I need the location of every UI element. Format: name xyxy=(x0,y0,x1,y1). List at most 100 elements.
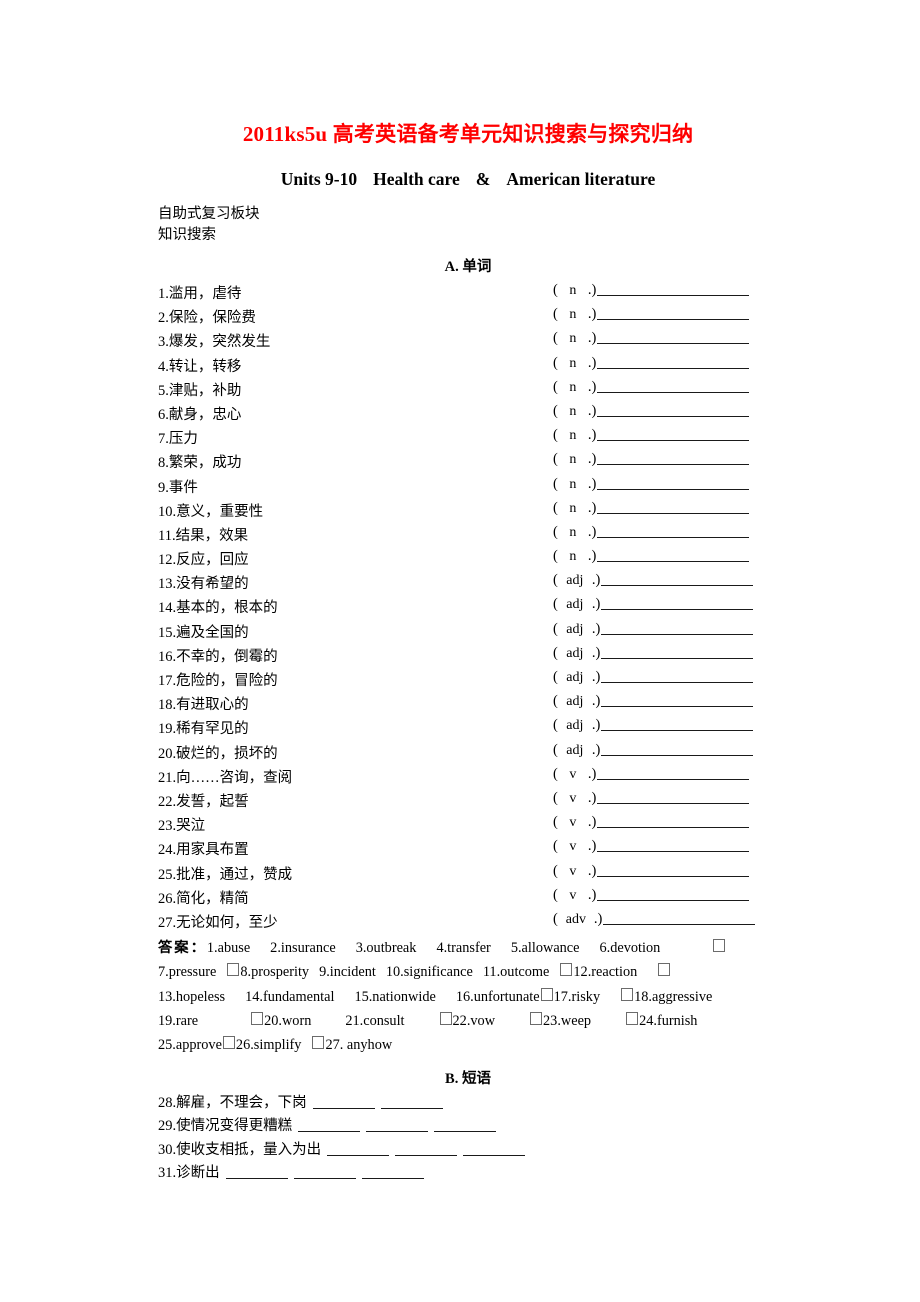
paren-close: .) xyxy=(587,451,597,468)
vocabulary-answer-area: (n.) xyxy=(553,548,750,565)
answer-entry: 24.furnish xyxy=(639,1012,698,1029)
part-of-speech-label: n xyxy=(569,355,577,371)
answer-blank[interactable] xyxy=(603,911,756,925)
answer-blank[interactable] xyxy=(597,548,750,563)
paren-close: .) xyxy=(587,427,597,444)
phrase-answer-blank[interactable] xyxy=(366,1119,429,1133)
phrase-answer-blank[interactable] xyxy=(434,1119,497,1133)
vocabulary-prompt: 20.破烂的，损坏的 xyxy=(158,745,278,762)
answer-blank[interactable] xyxy=(601,742,754,756)
answer-blank[interactable] xyxy=(597,306,750,321)
answer-blank[interactable] xyxy=(601,621,754,635)
vocabulary-prompt: 2.保险，保险费 xyxy=(158,310,256,327)
paren-close: .) xyxy=(591,741,601,758)
answer-blank[interactable] xyxy=(597,282,750,296)
phrase-answer-blank[interactable] xyxy=(225,1166,288,1180)
answer-blank[interactable] xyxy=(597,814,750,829)
vocabulary-answer-area: (n.) xyxy=(553,427,750,444)
vocabulary-row: 27.无论如何，至少 (adv.) xyxy=(158,909,778,933)
vocabulary-row: 26.简化，精简 (v.) xyxy=(158,885,778,909)
phrase-answer-blank[interactable] xyxy=(312,1096,375,1109)
answer-blank[interactable] xyxy=(597,403,750,417)
missing-glyph-box-icon xyxy=(530,1011,543,1025)
vocabulary-row: 21.向……咨询，查阅 (v.) xyxy=(158,764,778,788)
part-of-speech-label: v xyxy=(569,839,577,855)
vocabulary-row: 19.稀有罕见的 (adj.) xyxy=(158,715,778,739)
answer-entry: 11.outcome xyxy=(482,964,550,981)
phrase-answer-blank[interactable] xyxy=(395,1143,458,1156)
vocabulary-answer-area: (v.) xyxy=(553,814,750,831)
vocabulary-prompt: 17.危险的，冒险的 xyxy=(158,673,278,689)
answer-blank[interactable] xyxy=(597,863,750,877)
phrase-answer-blank[interactable] xyxy=(361,1166,424,1180)
part-of-speech-label: adj xyxy=(566,670,584,685)
vocabulary-prompt: 18.有进取心的 xyxy=(158,697,249,714)
vocabulary-row: 3.爆发，突然发生 (n.) xyxy=(158,328,778,352)
answer-blank[interactable] xyxy=(597,427,750,442)
phrase-answer-blank[interactable] xyxy=(327,1143,390,1156)
vocabulary-answer-area: (v.) xyxy=(553,790,750,807)
answer-blank[interactable] xyxy=(597,355,750,369)
vocabulary-row: 12.反应，回应 (n.) xyxy=(158,546,778,570)
phrase-answer-blank[interactable] xyxy=(293,1166,356,1180)
section-a-title: 单词 xyxy=(462,259,492,275)
vocabulary-row: 15.遍及全国的 (adj.) xyxy=(158,619,778,643)
vocabulary-answer-area: (adj.) xyxy=(553,669,754,686)
answer-blank[interactable] xyxy=(601,717,754,732)
answer-blank[interactable] xyxy=(597,524,750,538)
answer-blank[interactable] xyxy=(597,790,750,804)
self-study-label: 自助式复习板块 xyxy=(158,206,260,222)
phrase-prompt: 29.使情况变得更糟糕 xyxy=(158,1118,293,1135)
answer-blank[interactable] xyxy=(601,669,754,683)
answer-entry: 23.weep xyxy=(543,1012,592,1029)
page-title: 2011ks5u 高考英语备考单元知识搜索与探究归纳 xyxy=(242,122,694,146)
part-of-speech-label: adj xyxy=(566,621,584,637)
vocabulary-prompt: 26.简化，精简 xyxy=(158,890,249,907)
answer-blank[interactable] xyxy=(601,693,754,708)
phrase-answer-blank[interactable] xyxy=(463,1143,526,1156)
answer-blank[interactable] xyxy=(597,379,750,393)
vocabulary-row: 23.哭泣 (v.) xyxy=(158,812,778,836)
paren-close: .) xyxy=(593,910,603,927)
vocabulary-row: 8.繁荣，成功 (n.) xyxy=(158,449,778,473)
part-of-speech-label: adj xyxy=(566,645,584,661)
answer-entry: 27. anyhow xyxy=(325,1037,393,1054)
answer-blank[interactable] xyxy=(601,645,754,659)
answer-blank[interactable] xyxy=(597,330,750,345)
section-b-title: 短语 xyxy=(461,1070,491,1087)
vocabulary-prompt: 7.压力 xyxy=(158,431,198,448)
answer-blank[interactable] xyxy=(597,766,750,780)
answer-blank[interactable] xyxy=(597,500,750,514)
paren-close: .) xyxy=(587,886,597,903)
answer-blank[interactable] xyxy=(597,887,750,901)
phrase-answer-blank[interactable] xyxy=(298,1119,361,1133)
answer-entry: 1.abuse xyxy=(206,940,251,957)
phrase-answer-blank[interactable] xyxy=(380,1096,443,1109)
vocabulary-answer-area: (v.) xyxy=(553,886,750,904)
vocabulary-prompt: 4.转让，转移 xyxy=(158,358,242,375)
answer-entry: 17.risky xyxy=(553,988,601,1005)
vocabulary-answer-area: (n.) xyxy=(553,403,750,420)
part-of-speech-label: adj xyxy=(566,694,584,710)
answer-blank[interactable] xyxy=(597,838,750,853)
vocabulary-answer-area: (v.) xyxy=(553,766,750,783)
vocabulary-row: 16.不幸的，倒霉的 (adj.) xyxy=(158,643,778,667)
answer-blank[interactable] xyxy=(597,476,750,490)
page-subtitle: Units 9-10 Health care & American literatur… xyxy=(158,148,778,190)
answer-entry: 19.rare xyxy=(158,1012,199,1029)
subtitle-units: Units 9-10 xyxy=(280,169,358,189)
vocabulary-row: 11.结果，效果 (n.) xyxy=(158,522,778,546)
vocabulary-prompt: 9.事件 xyxy=(158,479,198,496)
answer-blank[interactable] xyxy=(597,451,750,466)
vocabulary-answer-area: (v.) xyxy=(553,863,750,880)
vocabulary-prompt: 6.献身，忠心 xyxy=(158,406,242,423)
answer-blank[interactable] xyxy=(601,572,754,587)
section-a-letter: A. xyxy=(444,259,459,275)
answer-key-line: 25.approve 26.simplify 27. anyhow xyxy=(158,1033,778,1057)
vocabulary-row: 18.有进取心的 (adj.) xyxy=(158,691,778,715)
part-of-speech-label: v xyxy=(569,766,577,782)
part-of-speech-label: v xyxy=(569,863,577,879)
part-of-speech-label: n xyxy=(569,476,577,492)
answer-blank[interactable] xyxy=(601,596,754,611)
page-content: 2011ks5u 高考英语备考单元知识搜索与探究归纳 Units 9-10 Hea… xyxy=(158,0,778,1186)
